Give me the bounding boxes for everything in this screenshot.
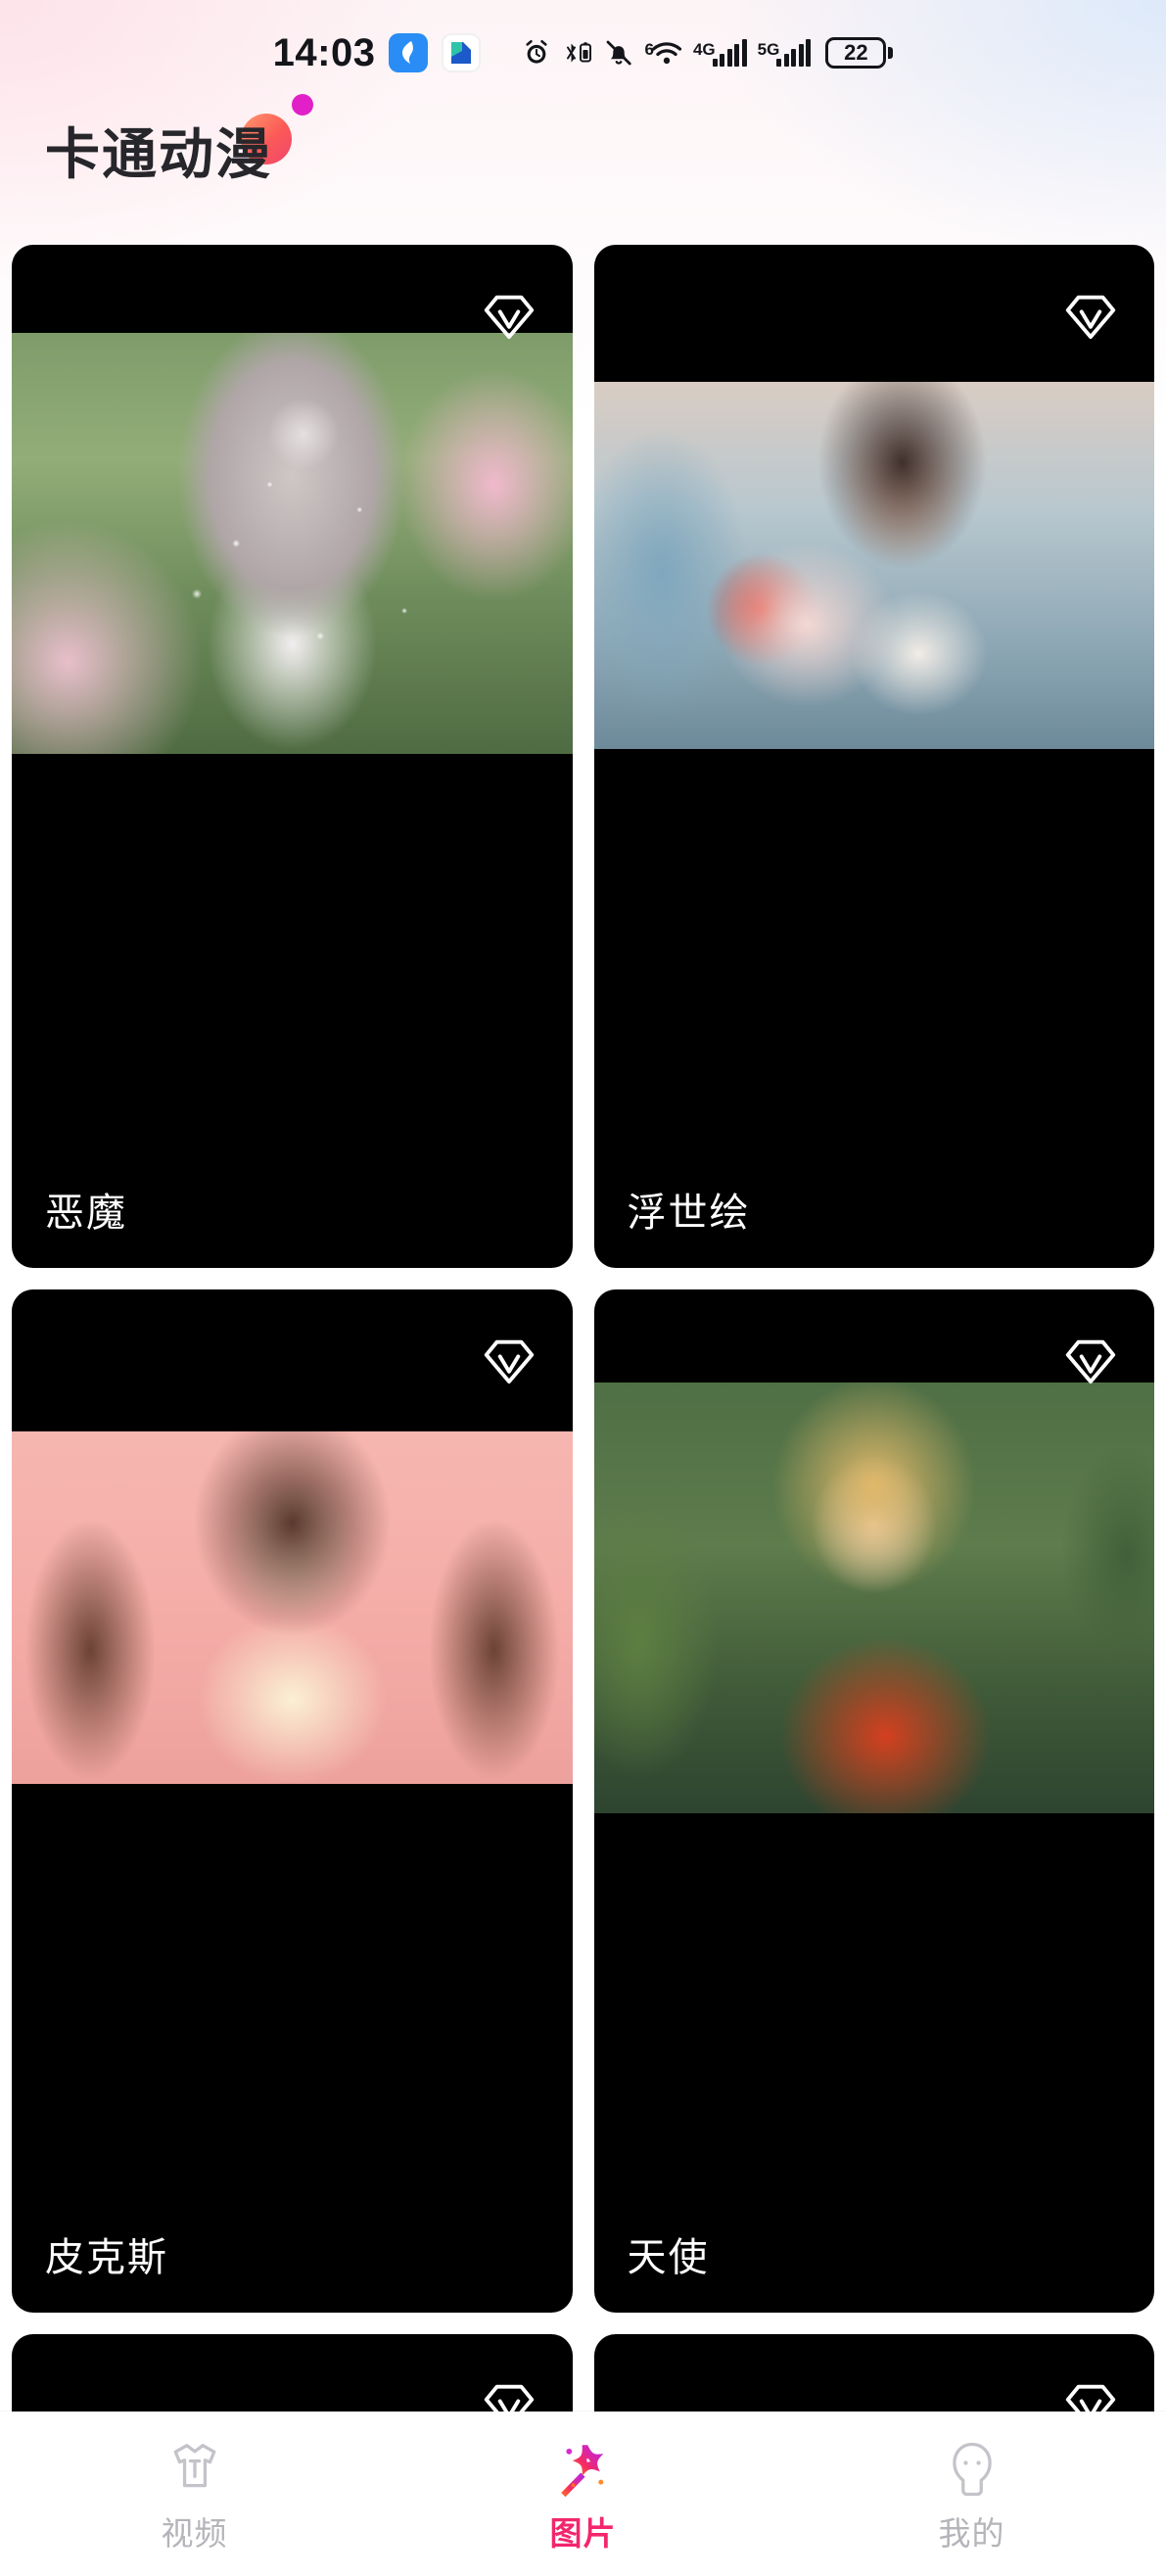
- card-label: 天使: [627, 2236, 710, 2279]
- vip-diamond-icon[interactable]: [1060, 1331, 1121, 1391]
- card-thumbnail: [593, 382, 1154, 749]
- doc-mini-app-icon[interactable]: [442, 33, 482, 72]
- page-title-wrap: 卡通动漫: [45, 94, 313, 185]
- mute-bell-icon: [604, 38, 633, 68]
- status-icon-tray: 6 4G 5G 22: [522, 37, 894, 69]
- bluetooth-battery-icon: [562, 38, 593, 68]
- style-card-ukiyoe[interactable]: 浮世绘: [593, 245, 1154, 1268]
- card-thumbnail: [12, 333, 573, 754]
- page-title: 卡通动漫: [45, 123, 272, 185]
- card-label: 皮克斯: [45, 2236, 168, 2279]
- 4g-signal-icon: 4G: [693, 39, 747, 67]
- card-label: 浮世绘: [627, 1192, 751, 1235]
- nav-tab-mine[interactable]: 我的: [869, 2420, 1075, 2567]
- nav-label-video: 视频: [161, 2514, 228, 2552]
- 5g-signal-icon: 5G: [758, 39, 812, 67]
- status-clock: 14:03: [272, 31, 376, 74]
- card-thumbnail: [12, 1431, 573, 1784]
- wifi-6-icon: 6: [644, 39, 682, 67]
- profile-face-icon: [942, 2439, 1003, 2500]
- battery-icon: 22: [825, 37, 894, 69]
- magic-wand-star-icon: [553, 2439, 614, 2500]
- title-accent-dot: [292, 94, 313, 116]
- vip-diamond-icon[interactable]: [1060, 286, 1121, 347]
- vip-diamond-icon[interactable]: [479, 1331, 539, 1391]
- vip-diamond-icon[interactable]: [479, 286, 539, 347]
- style-card-angel[interactable]: 天使: [593, 1289, 1154, 2313]
- status-bar: 14:03 6 4G 5G 22: [0, 0, 1166, 106]
- style-card-demon[interactable]: 恶魔: [12, 245, 573, 1268]
- alarm-icon: [522, 38, 551, 68]
- bottom-navigation-bar: 视频 图片 我的: [0, 2412, 1166, 2576]
- battery-level: 22: [844, 40, 868, 65]
- music-mini-app-icon[interactable]: [389, 33, 429, 72]
- nav-label-mine: 我的: [938, 2514, 1005, 2552]
- app-header: 卡通动漫: [0, 94, 1166, 243]
- style-card-pixar[interactable]: 皮克斯: [12, 1289, 573, 2313]
- card-thumbnail: [593, 1382, 1154, 1813]
- nav-label-pictures: 图片: [549, 2514, 617, 2552]
- nav-tab-video[interactable]: 视频: [92, 2420, 298, 2567]
- card-label: 恶魔: [45, 1192, 127, 1235]
- nav-tab-pictures[interactable]: 图片: [481, 2420, 686, 2567]
- style-card-grid[interactable]: 恶魔 浮世绘 皮克斯 天使: [0, 245, 1166, 2438]
- tshirt-video-icon: [164, 2439, 225, 2500]
